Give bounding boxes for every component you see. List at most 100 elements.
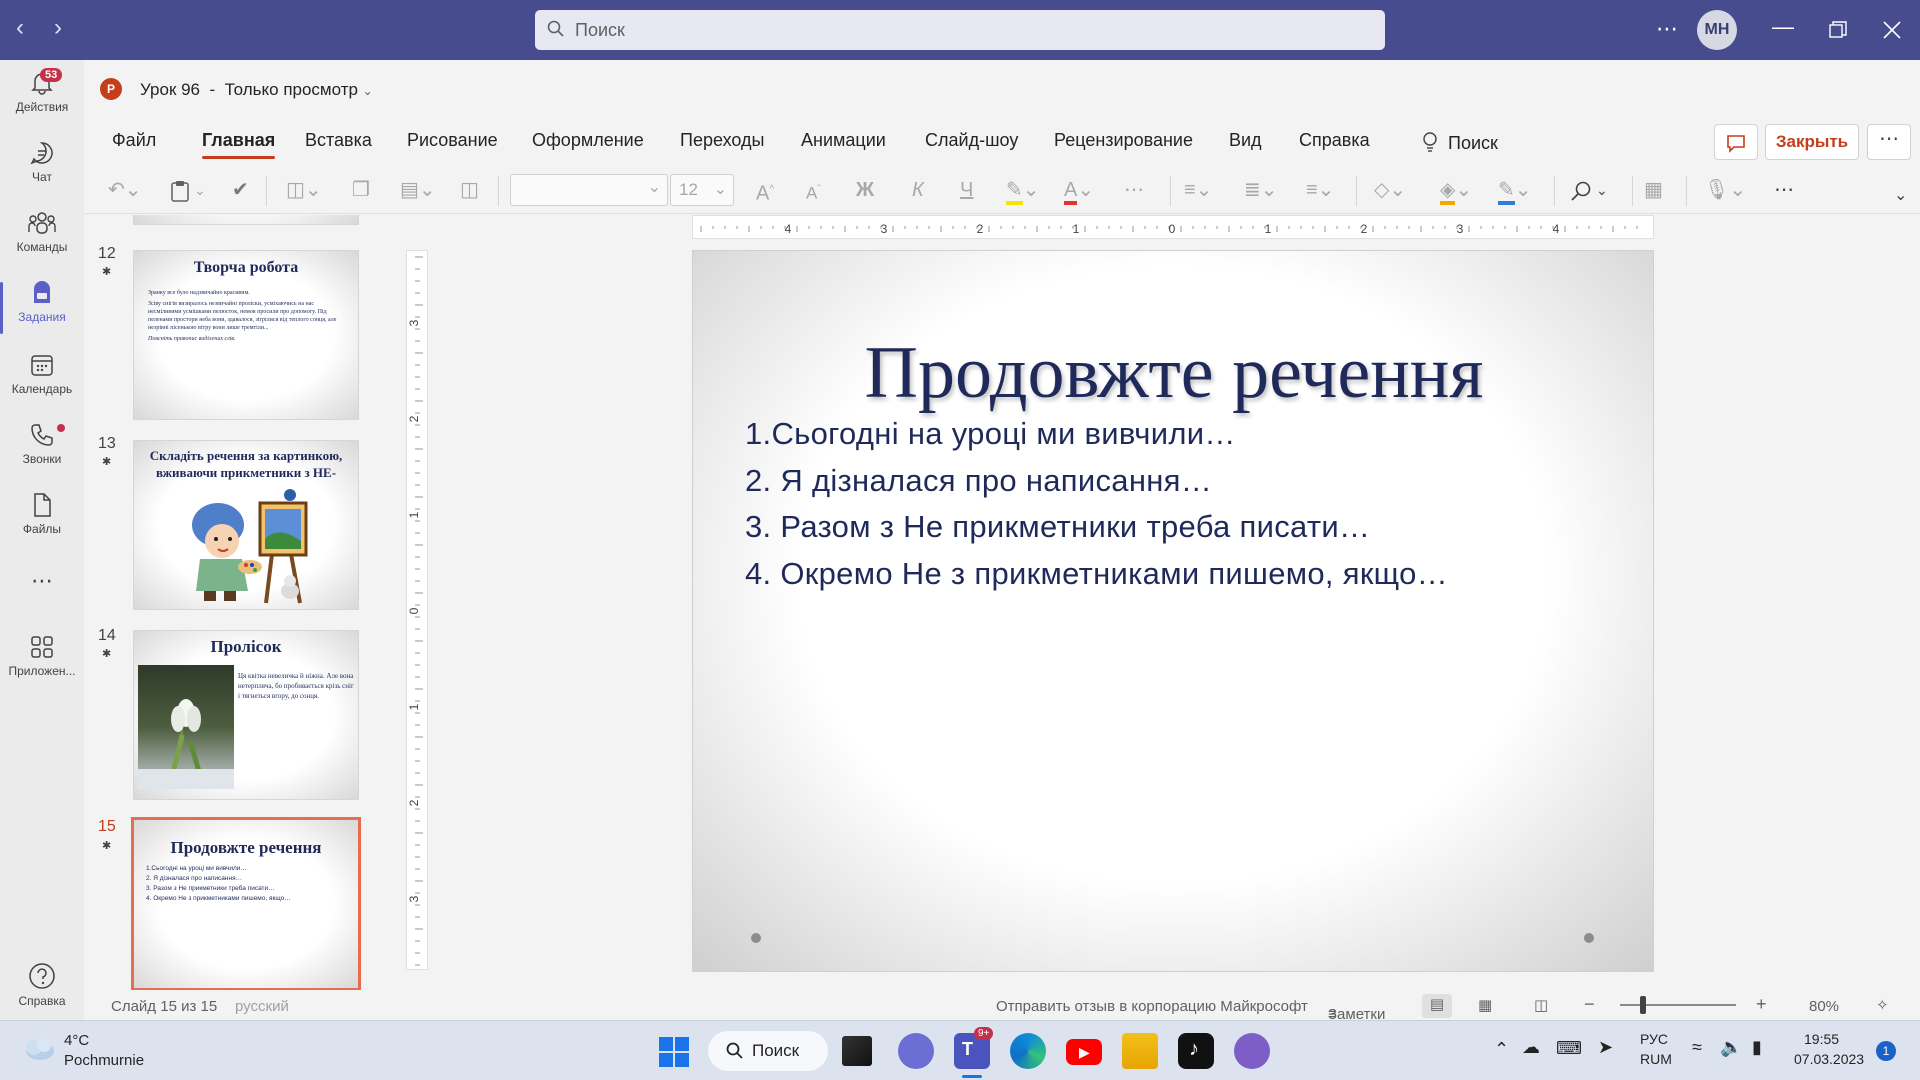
slide-line-3[interactable]: 3. Разом з Не прикметники треба писати… [745, 509, 1370, 545]
zoom-in-icon[interactable]: + [1756, 994, 1767, 1015]
increase-font-icon[interactable]: A^ [756, 176, 774, 205]
back-arrow-icon[interactable]: ‹ [16, 14, 24, 42]
rail-item-activity[interactable]: 53 Действия [0, 64, 84, 134]
forward-arrow-icon[interactable]: › [54, 14, 62, 42]
font-family-select[interactable]: ⌄ [510, 174, 668, 206]
zoom-level[interactable]: 80% [1809, 998, 1839, 1015]
tab-design[interactable]: Оформление [532, 130, 644, 151]
tab-transitions[interactable]: Переходы [680, 130, 764, 151]
slide-thumbnail-13[interactable]: Складіть речення за картинкою, вживаючи … [133, 440, 359, 610]
close-button[interactable]: Закрыть [1765, 124, 1859, 160]
slide-line-2[interactable]: 2. Я дізналася про написання… [745, 463, 1212, 499]
slide-thumbnail-12[interactable]: Творча робота Зранку все було надзвичайн… [133, 250, 359, 420]
paste-chevron-icon[interactable]: ⌄ [194, 176, 206, 204]
comments-button[interactable] [1714, 124, 1758, 160]
fit-to-window-icon[interactable]: ✧ [1876, 996, 1889, 1014]
rail-item-calls[interactable]: Звонки [0, 416, 84, 486]
battery-icon[interactable]: ▮ [1752, 1037, 1762, 1058]
tab-home[interactable]: Главная [202, 130, 276, 159]
keyboard-layout[interactable]: RUM [1640, 1051, 1672, 1067]
weather-temperature[interactable]: 4°C [64, 1032, 89, 1049]
location-icon[interactable]: ➤ [1598, 1037, 1613, 1058]
weather-description[interactable]: Pochmurnie [64, 1052, 144, 1069]
align-icon[interactable]: ≡⌄ [1306, 176, 1334, 204]
rail-item-apps[interactable]: Приложен... [0, 628, 84, 698]
format-painter-icon[interactable]: ✔ [232, 176, 249, 204]
duplicate-slide-icon[interactable]: ❐ [352, 176, 370, 204]
taskbar-search[interactable]: Поиск [708, 1031, 828, 1071]
more-options-icon[interactable]: ⋯ [1656, 16, 1678, 42]
feedback-link[interactable]: Отправить отзыв в корпорацию Майкрософт [996, 998, 1308, 1015]
font-size-select[interactable]: 12 ⌄ [670, 174, 734, 206]
bullets-icon[interactable]: ≡⌄ [1184, 176, 1212, 204]
collapse-ribbon-icon[interactable]: ⌄ [1894, 182, 1907, 210]
tab-help[interactable]: Справка [1299, 130, 1370, 151]
close-window-icon[interactable] [1883, 21, 1901, 39]
slide-line-4[interactable]: 4. Окремо Не з прикметниками пишемо, якщ… [745, 556, 1448, 592]
rail-item-teams[interactable]: Команды [0, 204, 84, 274]
designer-icon[interactable]: ▦ [1644, 176, 1663, 204]
zoom-slider-thumb[interactable] [1640, 996, 1646, 1014]
rail-item-chat[interactable]: Чат [0, 134, 84, 204]
wifi-icon[interactable]: ≈ [1692, 1037, 1702, 1058]
tab-view[interactable]: Вид [1229, 130, 1262, 151]
tab-insert[interactable]: Вставка [305, 130, 372, 151]
rail-item-help[interactable]: Справка [0, 956, 84, 1026]
reading-view-icon[interactable]: ◫ [1534, 996, 1548, 1014]
slide-thumbnail[interactable] [133, 215, 359, 225]
volume-icon[interactable]: 🔈 [1720, 1037, 1742, 1058]
file-explorer-icon[interactable] [1122, 1033, 1158, 1069]
clock-time[interactable]: 19:55 [1804, 1031, 1839, 1047]
rail-item-calendar[interactable]: Календарь [0, 346, 84, 416]
italic-icon[interactable]: К [912, 176, 924, 204]
shape-fill-color-icon[interactable]: ◈⌄ [1440, 176, 1472, 205]
more-options-button[interactable]: ⋯ [1867, 124, 1911, 160]
rail-item-assignments[interactable]: Задания [0, 274, 84, 344]
teams-app-icon[interactable]: T 9+ [954, 1027, 994, 1069]
current-slide[interactable]: Продовжте речення 1.Сьогодні на уроці ми… [692, 250, 1654, 972]
find-icon[interactable] [1570, 180, 1592, 202]
decrease-font-icon[interactable]: Aˇ [806, 176, 821, 204]
windows-start-icon[interactable] [659, 1037, 689, 1067]
slide-thumbnail-14[interactable]: Пролісок Ця квітка невеличка й ніжна. Ал… [133, 630, 359, 800]
onedrive-icon[interactable]: ☁ [1522, 1037, 1540, 1058]
toolbar-more-icon[interactable]: ⋯ [1774, 176, 1794, 204]
zoom-out-icon[interactable]: − [1584, 994, 1595, 1015]
dictate-icon[interactable]: 🎙⌄ [1704, 176, 1746, 204]
font-color-icon[interactable]: A⌄ [1064, 176, 1094, 205]
avatar[interactable]: МН [1697, 10, 1737, 50]
bold-icon[interactable]: Ж [856, 176, 874, 204]
tab-slideshow[interactable]: Слайд-шоу [925, 130, 1018, 151]
underline-icon[interactable]: Ч [960, 176, 973, 204]
document-title[interactable]: Урок 96 - Только просмотр ⌄ [140, 80, 373, 100]
shape-outline-icon[interactable]: ✎⌄ [1498, 176, 1532, 205]
shape-fill-icon[interactable]: ◫ [460, 176, 479, 204]
tab-draw[interactable]: Рисование [407, 130, 498, 151]
shapes-icon[interactable]: ◇⌄ [1374, 176, 1406, 204]
minimize-icon[interactable]: — [1772, 14, 1794, 40]
undo-icon[interactable]: ↶⌄ [108, 176, 142, 204]
viber-icon[interactable] [1234, 1033, 1270, 1069]
more-font-options-icon[interactable]: ⋯ [1124, 176, 1144, 204]
slide-thumbnail-15[interactable]: Продовжте речення 1.Сьогодні на уроці ми… [131, 817, 361, 990]
restore-icon[interactable] [1829, 21, 1847, 39]
tab-review[interactable]: Рецензирование [1054, 130, 1193, 151]
rail-item-files[interactable]: Файлы [0, 486, 84, 556]
layout-icon[interactable]: ▤⌄ [400, 176, 436, 204]
new-slide-icon[interactable]: ◫⌄ [286, 176, 322, 204]
keyboard-icon[interactable]: ⌨ [1556, 1038, 1582, 1059]
slide-sorter-icon[interactable]: ▦ [1478, 996, 1492, 1014]
clock-date[interactable]: 07.03.2023 [1794, 1051, 1864, 1067]
tab-file[interactable]: Файл [112, 130, 156, 151]
input-language[interactable]: РУС [1640, 1031, 1668, 1047]
tiktok-icon[interactable]: ♪ [1178, 1033, 1214, 1069]
ribbon-search[interactable]: Поиск [1422, 132, 1498, 154]
notification-count-badge[interactable]: 1 [1876, 1041, 1896, 1061]
search-input[interactable]: Поиск [535, 10, 1385, 50]
rail-more-icon[interactable]: ⋯ [0, 568, 84, 608]
find-chevron-icon[interactable]: ⌄ [1596, 176, 1608, 204]
tab-animations[interactable]: Анимации [801, 130, 886, 151]
numbering-icon[interactable]: ≣⌄ [1244, 176, 1278, 204]
task-view-icon[interactable] [842, 1036, 872, 1066]
youtube-icon[interactable]: ▶ [1066, 1039, 1102, 1065]
